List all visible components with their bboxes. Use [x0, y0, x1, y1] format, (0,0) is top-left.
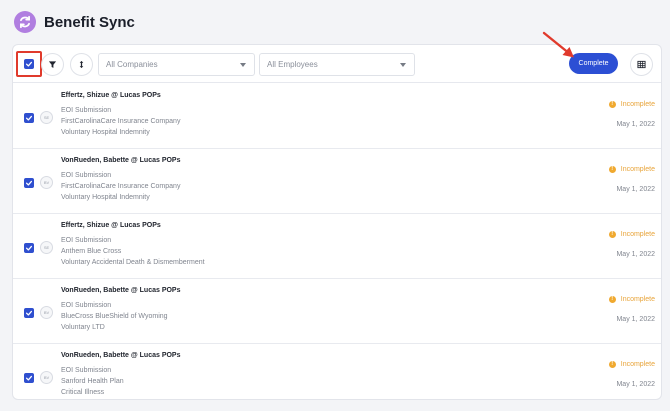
sync-icon [14, 11, 36, 33]
row-date: May 1, 2022 [616, 251, 655, 258]
filter-button[interactable] [41, 53, 64, 76]
check-icon [25, 375, 33, 381]
plan-name: Voluntary Accidental Death & Dismemberme… [61, 259, 205, 266]
employee-name: VonRueden, Babette @ Lucas POPs [61, 157, 181, 164]
status-label: Incomplete [620, 295, 655, 303]
submission-type: EOI Submission [61, 172, 112, 179]
row-checkbox[interactable] [24, 243, 34, 253]
chevron-down-icon [240, 63, 246, 67]
list-item[interactable]: BV VonRueden, Babette @ Lucas POPs EOI S… [13, 279, 661, 344]
avatar: SE [40, 241, 53, 254]
check-icon [25, 310, 33, 316]
chevron-down-icon [400, 63, 406, 67]
submission-type: EOI Submission [61, 107, 112, 114]
avatar: BV [40, 176, 53, 189]
plan-name: Critical Illness [61, 389, 105, 396]
grid-icon [637, 60, 646, 69]
status-badge: ! Incomplete [608, 293, 655, 305]
avatar: BV [40, 306, 53, 319]
annotation-arrow-icon [542, 31, 574, 58]
app-header: Benefit Sync [14, 10, 135, 34]
carrier-name: BlueCross BlueShield of Wyoming [61, 313, 168, 320]
status-badge: ! Incomplete [608, 358, 655, 370]
companies-select[interactable]: All Companies [98, 53, 255, 76]
warning-icon: ! [608, 295, 616, 303]
employee-name: Effertz, Shizue @ Lucas POPs [61, 222, 161, 229]
plan-name: Voluntary Hospital Indemnity [61, 129, 150, 136]
sort-icon [79, 60, 84, 69]
employees-select-value: All Employees [267, 60, 318, 69]
warning-icon: ! [608, 165, 616, 173]
row-date: May 1, 2022 [616, 121, 655, 128]
list-item[interactable]: BV VonRueden, Babette @ Lucas POPs EOI S… [13, 149, 661, 214]
carrier-name: FirstCarolinaCare Insurance Company [61, 183, 181, 190]
row-date: May 1, 2022 [616, 186, 655, 193]
warning-icon: ! [608, 230, 616, 238]
employees-select[interactable]: All Employees [259, 53, 415, 76]
status-badge: ! Incomplete [608, 98, 655, 110]
row-date: May 1, 2022 [616, 316, 655, 323]
employee-name: VonRueden, Babette @ Lucas POPs [61, 352, 181, 359]
row-checkbox[interactable] [24, 373, 34, 383]
employee-name: VonRueden, Babette @ Lucas POPs [61, 287, 181, 294]
select-all-checkbox[interactable] [24, 59, 34, 69]
carrier-name: Anthem Blue Cross [61, 248, 122, 255]
filter-icon [48, 61, 57, 68]
plan-name: Voluntary LTD [61, 324, 105, 331]
list-item[interactable]: SE Effertz, Shizue @ Lucas POPs EOI Subm… [13, 214, 661, 279]
status-label: Incomplete [620, 165, 655, 173]
carrier-name: Sanford Health Plan [61, 378, 124, 385]
plan-name: Voluntary Hospital Indemnity [61, 194, 150, 201]
submission-type: EOI Submission [61, 367, 112, 374]
companies-select-value: All Companies [106, 60, 158, 69]
row-date: May 1, 2022 [616, 381, 655, 388]
grid-view-button[interactable] [630, 53, 653, 76]
check-icon [25, 61, 33, 67]
avatar: SE [40, 111, 53, 124]
status-badge: ! Incomplete [608, 228, 655, 240]
status-label: Incomplete [620, 100, 655, 108]
avatar: BV [40, 371, 53, 384]
employee-name: Effertz, Shizue @ Lucas POPs [61, 92, 161, 99]
submission-type: EOI Submission [61, 302, 112, 309]
row-checkbox[interactable] [24, 113, 34, 123]
row-checkbox[interactable] [24, 178, 34, 188]
status-label: Incomplete [620, 230, 655, 238]
submission-type: EOI Submission [61, 237, 112, 244]
warning-icon: ! [608, 360, 616, 368]
carrier-name: FirstCarolinaCare Insurance Company [61, 118, 181, 125]
status-badge: ! Incomplete [608, 163, 655, 175]
row-checkbox[interactable] [24, 308, 34, 318]
check-icon [25, 180, 33, 186]
check-icon [25, 245, 33, 251]
check-icon [25, 115, 33, 121]
status-label: Incomplete [620, 360, 655, 368]
page-title: Benefit Sync [44, 13, 135, 31]
list-item[interactable]: SE Effertz, Shizue @ Lucas POPs EOI Subm… [13, 84, 661, 149]
list-item[interactable]: BV VonRueden, Babette @ Lucas POPs EOI S… [13, 344, 661, 399]
warning-icon: ! [608, 100, 616, 108]
benefit-sync-card: All Companies All Employees Complete SE … [12, 44, 662, 400]
sort-button[interactable] [70, 53, 93, 76]
